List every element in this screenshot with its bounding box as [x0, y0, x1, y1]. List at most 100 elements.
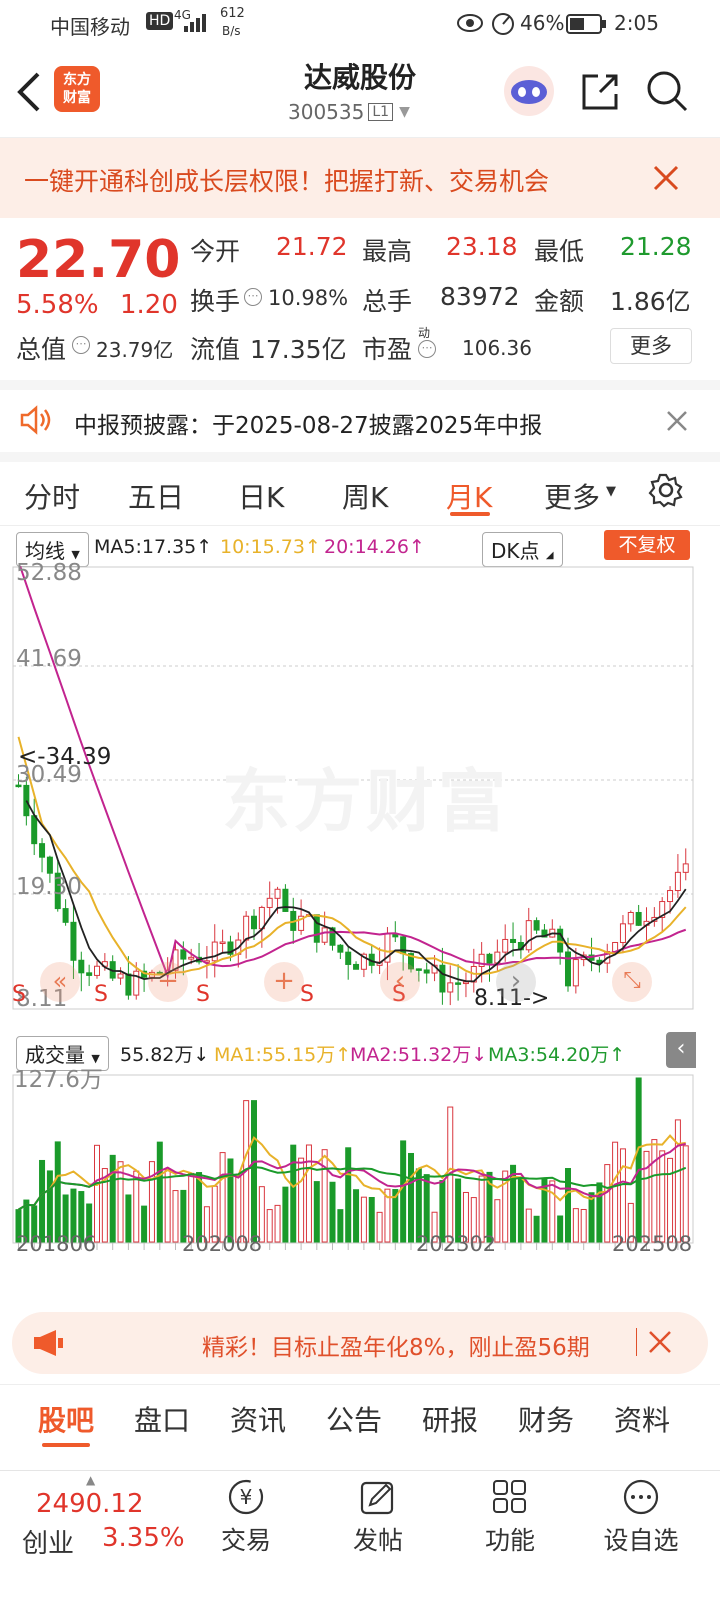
info-icon[interactable]: ⋯	[418, 340, 436, 358]
open-value: 21.72	[276, 232, 348, 261]
more-button[interactable]: 更多	[610, 328, 692, 364]
volume-bar-down	[408, 1152, 414, 1243]
tab-five-day[interactable]: 五日	[128, 476, 184, 516]
candle-down	[31, 815, 38, 845]
candle-down	[313, 914, 320, 943]
nav-post[interactable]: 发帖	[346, 1477, 410, 1557]
stock-code-row[interactable]: 300535 L1 ▼	[288, 100, 410, 124]
volume-bar-up	[172, 1190, 179, 1243]
share-icon[interactable]	[578, 70, 622, 114]
candle-up	[321, 927, 328, 943]
zoom-out-icon[interactable]: −	[148, 962, 188, 1002]
permission-banner[interactable]: 一键开通科创成长层权限！把握打新、交易机会	[0, 138, 720, 218]
volume-bar-up	[148, 1161, 155, 1243]
zoom-in-icon[interactable]: +	[264, 962, 304, 1002]
mktcap-value: 23.79亿	[96, 338, 174, 362]
candle-down	[46, 856, 53, 874]
tab-announcements[interactable]: 公告	[326, 1399, 382, 1439]
candle-down	[353, 963, 360, 970]
turnover-value: 10.98%	[268, 286, 349, 310]
tab-guba[interactable]: 股吧	[38, 1399, 94, 1439]
change-percent: 5.58%	[16, 290, 99, 320]
volume-bar-up	[219, 1152, 226, 1243]
dk-point-button[interactable]: DK点 ◢	[482, 532, 563, 567]
tab-weekly-k[interactable]: 周K	[342, 476, 388, 516]
close-icon[interactable]	[648, 1330, 672, 1354]
bottom-nav: ▲ 2490.12 创业 3.35% ¥ 交易 发帖 功能 设自选	[0, 1470, 720, 1600]
collapse-icon[interactable]: ‹	[666, 1032, 696, 1068]
tab-intraday[interactable]: 分时	[24, 476, 80, 516]
scroll-left-icon[interactable]: ‹	[380, 962, 420, 1002]
scroll-right-icon[interactable]: ›	[496, 962, 536, 1002]
promo-banner[interactable]: 精彩！目标止盈年化8%，刚止盈56期	[12, 1312, 708, 1374]
ma5-value: MA5:17.35↑	[94, 536, 213, 558]
pe-superscript: 动	[418, 326, 431, 340]
tab-news[interactable]: 资讯	[230, 1399, 286, 1439]
candle-up	[447, 982, 454, 993]
amount-label: 金额	[534, 287, 585, 316]
volume-svg	[12, 1074, 694, 1250]
close-icon[interactable]	[666, 410, 688, 432]
tab-finance[interactable]: 财务	[518, 1399, 574, 1439]
high-label: 最高	[362, 237, 413, 266]
volume-bar-up	[266, 1209, 273, 1243]
info-icon[interactable]: ⋯	[72, 336, 90, 354]
nav-functions[interactable]: 功能	[478, 1477, 542, 1557]
caret-down-icon: ▼	[606, 484, 616, 499]
volume-bar-down	[565, 1168, 571, 1243]
tab-research[interactable]: 研报	[422, 1399, 478, 1439]
stock-name[interactable]: 达威股份	[220, 56, 500, 96]
info-icon[interactable]: ⋯	[244, 288, 262, 306]
ma-legend-bar: 均线 ▼ MA5:17.35↑ 10:15.73↑ 20:14.26↑ DK点 …	[0, 526, 720, 568]
volume-bar-down	[635, 1077, 642, 1243]
volume-chart[interactable]: 127.6万 201806 202008 202302 202508	[12, 1067, 708, 1296]
candle-up	[525, 920, 532, 951]
nav-add-watchlist[interactable]: 设自选	[598, 1477, 684, 1557]
report-notice[interactable]: 中报预披露：于2025-08-27披露2025年中报	[0, 380, 720, 452]
volume-bar-up	[604, 1164, 611, 1243]
back-arrow-icon[interactable]	[14, 70, 44, 114]
volume-bar-up	[659, 1150, 666, 1243]
tab-monthly-k[interactable]: 月K	[446, 476, 492, 516]
search-icon[interactable]	[644, 68, 690, 114]
candle-down	[39, 843, 46, 858]
gear-icon[interactable]	[648, 472, 684, 508]
pe-label: 市盈	[362, 335, 413, 364]
scroll-left-fast-icon[interactable]: «	[40, 962, 80, 1002]
nav-trade[interactable]: ¥ 交易	[214, 1477, 278, 1557]
tab-orderbook[interactable]: 盘口	[134, 1399, 190, 1439]
ma10-value: 10:15.73↑	[220, 536, 321, 558]
kline-chart[interactable]: 52.88 41.69 30.49 19.30 8.11 <-34.39 8.1…	[12, 560, 708, 1030]
volume-value: 55.82万↓	[120, 1044, 210, 1066]
close-icon[interactable]	[652, 164, 680, 192]
sell-marker: S	[12, 982, 26, 1007]
x-label: 202302	[416, 1232, 497, 1256]
robot-assistant-icon[interactable]	[502, 64, 556, 118]
volume-bar-down	[400, 1140, 407, 1243]
index-change: 3.35%	[102, 1523, 185, 1553]
clock: 2:05	[614, 11, 659, 35]
stock-header: 东方 财富 达威股份 300535 L1 ▼	[0, 48, 720, 138]
volume-bar-down	[557, 1215, 564, 1243]
index-value[interactable]: 2490.12	[36, 1489, 144, 1519]
tab-profile[interactable]: 资料	[614, 1399, 670, 1439]
tab-daily-k[interactable]: 日K	[238, 476, 284, 516]
volume-bar-down	[156, 1141, 163, 1243]
volume-bar-up	[651, 1139, 658, 1243]
candle-down	[635, 911, 642, 926]
volume-bar-up	[94, 1144, 100, 1243]
volume-bar-down	[368, 1196, 375, 1243]
volume-bar-down	[125, 1194, 132, 1243]
no-adjust-button[interactable]: 不复权	[604, 530, 690, 560]
candle-down	[337, 944, 344, 953]
x-label: 202508	[612, 1232, 693, 1256]
tab-more[interactable]: 更多	[544, 476, 600, 516]
candle-up	[462, 981, 469, 985]
turnover-label: 换手	[190, 287, 241, 316]
speaker-icon	[20, 405, 51, 435]
candle-down	[439, 964, 446, 993]
x-label: 201806	[16, 1232, 97, 1256]
volume-bar-up	[525, 1208, 532, 1243]
logo-line-2: 财富	[63, 90, 91, 106]
fullscreen-icon[interactable]: ⤡	[612, 962, 652, 1002]
